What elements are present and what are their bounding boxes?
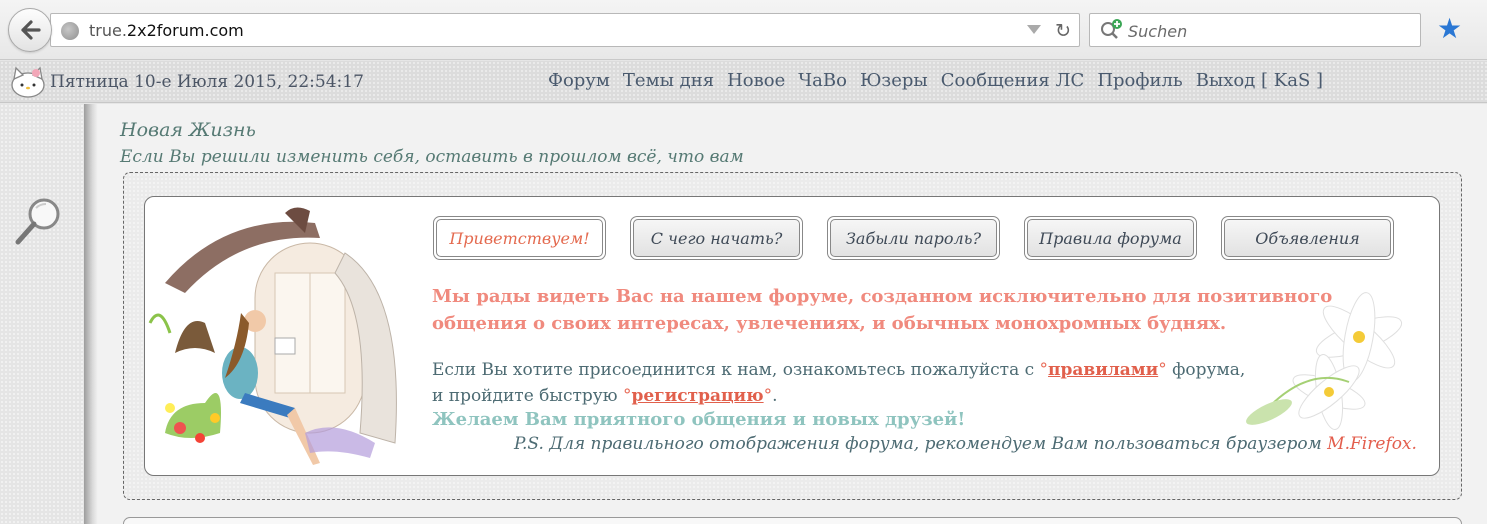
reload-icon[interactable]: ↻ (1055, 20, 1071, 42)
ps-text: P.S. Для правильного отображения форума,… (514, 434, 1328, 454)
welcome-button-label: Приветствуем! (436, 219, 603, 257)
getting-started-button[interactable]: С чего начать? (630, 216, 803, 260)
join-line-1-text: Если Вы хотите присоединится к нам, озна… (432, 360, 1040, 380)
url-bar[interactable]: true.2x2forum.com ↻ (50, 13, 1080, 47)
degree-mark: ° (763, 386, 773, 406)
current-datetime: Пятница 10-е Июля 2015, 22:54:17 (50, 72, 364, 92)
forum-topbar: Пятница 10-е Июля 2015, 22:54:17 Форум Т… (0, 61, 1487, 103)
register-link[interactable]: регистрацию (631, 386, 763, 406)
kitty-icon (11, 66, 45, 98)
announcements-button[interactable]: Объявления (1221, 216, 1394, 260)
announcements-label: Объявления (1224, 219, 1391, 257)
url-prefix: true. (89, 21, 127, 40)
dropdown-arrow-icon[interactable] (1027, 25, 1041, 34)
page-edge-shadow (84, 104, 98, 524)
nav-private-messages[interactable]: Сообщения ЛС (941, 70, 1085, 91)
join-line-1-end: форума, (1166, 360, 1246, 380)
greeting-wish: Желаем Вам приятного общения и новых дру… (432, 409, 966, 430)
degree-mark: ° (1039, 360, 1049, 380)
getting-started-label: С чего начать? (633, 219, 800, 257)
welcome-button[interactable]: Приветствуем! (433, 216, 606, 260)
left-sidebar (0, 104, 84, 524)
recommended-browser: M.Firefox. (1327, 434, 1417, 454)
join-line-2: и пройдите быструю °регистрацию°. (432, 383, 1245, 409)
search-add-icon[interactable] (1098, 18, 1126, 42)
nav-forum[interactable]: Форум (548, 70, 610, 91)
forgot-password-label: Забыли пароль? (830, 219, 997, 257)
nav-topics-of-day[interactable]: Темы дня (623, 70, 714, 91)
nav-new[interactable]: Новое (727, 70, 785, 91)
forum-rules-label: Правила форума (1027, 219, 1194, 257)
forum-title[interactable]: Новая Жизнь (120, 119, 256, 141)
next-panel (123, 517, 1462, 524)
globe-icon (61, 22, 79, 40)
forgot-password-button[interactable]: Забыли пароль? (827, 216, 1000, 260)
welcome-headline: Мы рады видеть Вас на нашем форуме, созд… (432, 286, 1333, 334)
browser-toolbar: true.2x2forum.com ↻ Suchen ★ (0, 0, 1487, 60)
nav-faq[interactable]: ЧаВо (798, 70, 847, 91)
join-instructions: Если Вы хотите присоединится к нам, озна… (432, 357, 1245, 409)
nav-users[interactable]: Юзеры (860, 70, 928, 91)
browser-recommendation: P.S. Для правильного отображения форума,… (514, 434, 1417, 454)
join-line-1: Если Вы хотите присоединится к нам, озна… (432, 357, 1245, 383)
nav-logout[interactable]: Выход [ KaS ] (1196, 70, 1323, 91)
degree-mark: ° (1158, 360, 1167, 380)
join-line-2-end: . (772, 386, 778, 406)
bookmark-star-icon[interactable]: ★ (1437, 12, 1462, 46)
forum-description: Если Вы решили изменить себя, оставить в… (120, 147, 744, 167)
search-placeholder: Suchen (1128, 22, 1188, 41)
girl-reading-illustration (148, 207, 397, 465)
url-domain: 2x2forum.com (126, 21, 244, 40)
forum-nav: Форум Темы дня Новое ЧаВо Юзеры Сообщени… (548, 70, 1323, 91)
search-bar[interactable]: Suchen (1089, 13, 1421, 47)
rules-link[interactable]: правилами (1048, 360, 1158, 380)
url-text[interactable]: true.2x2forum.com (89, 21, 244, 40)
join-line-2-text: и пройдите быструю (432, 386, 623, 406)
back-button[interactable] (8, 8, 52, 52)
magnifier-icon[interactable] (14, 196, 64, 248)
nav-profile[interactable]: Профиль (1097, 70, 1182, 91)
back-arrow-icon (21, 20, 41, 40)
forum-rules-button[interactable]: Правила форума (1024, 216, 1197, 260)
